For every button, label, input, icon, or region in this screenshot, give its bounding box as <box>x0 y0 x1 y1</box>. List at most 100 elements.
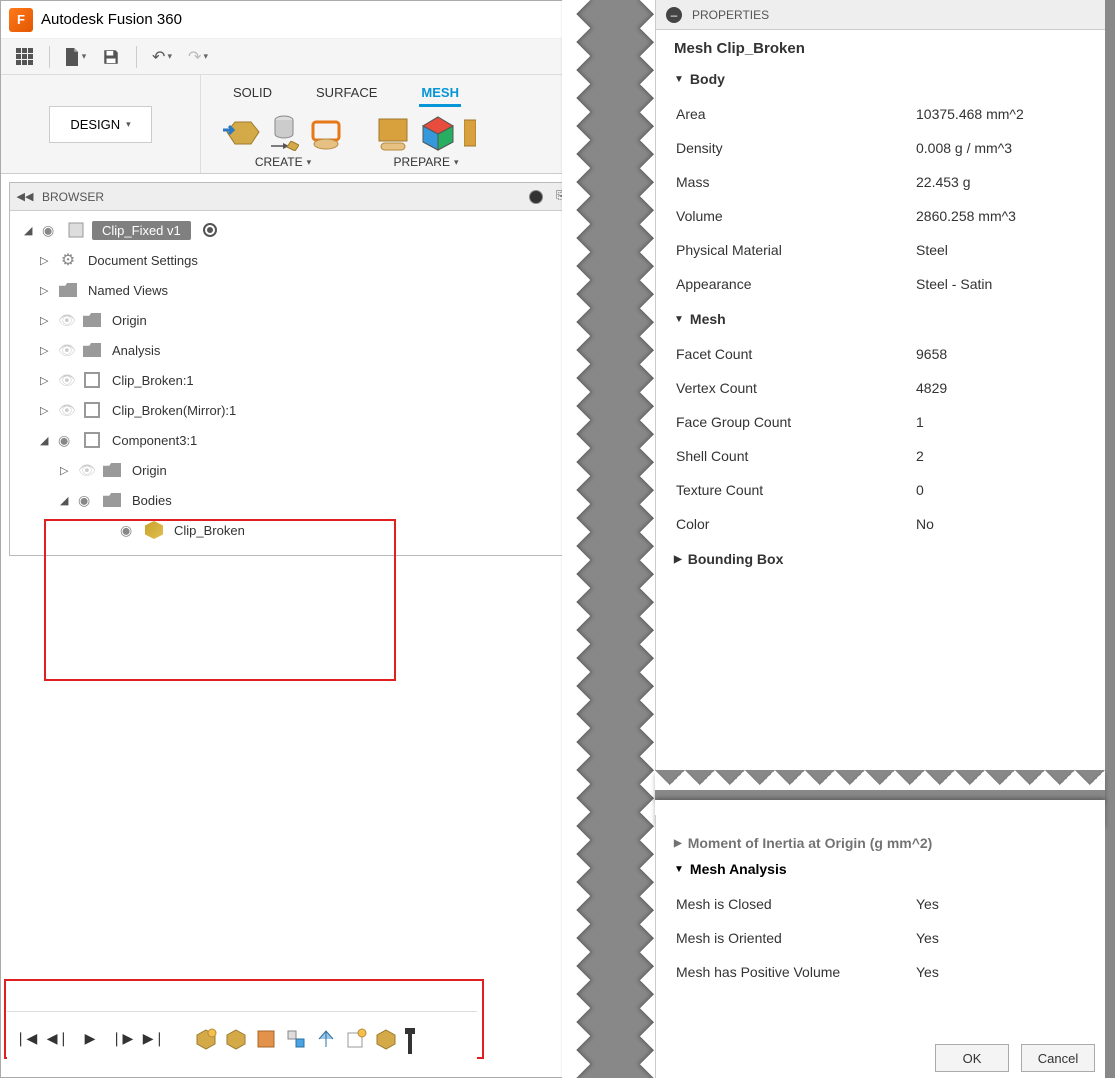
visibility-icon[interactable]: ◉ <box>120 522 138 539</box>
prop-appearance: AppearanceSteel - Satin <box>674 267 1087 301</box>
timeline-marker[interactable] <box>405 1028 427 1050</box>
node-label: Origin <box>128 462 171 479</box>
prop-mesh-oriented: Mesh is OrientedYes <box>674 921 1087 955</box>
create-mesh-cylinder-button[interactable] <box>267 113 301 153</box>
caret-icon[interactable]: ◢ <box>60 494 72 507</box>
component-icon <box>82 371 102 389</box>
visibility-icon[interactable]: ◉ <box>42 222 60 239</box>
repair-mesh-button[interactable] <box>375 113 413 153</box>
visibility-off-icon[interactable]: 👁 <box>58 312 76 329</box>
node-label: Named Views <box>84 282 172 299</box>
timeline-feature-7[interactable] <box>375 1028 397 1050</box>
prop-density: Density0.008 g / mm^3 <box>674 131 1087 165</box>
group-create: CREATE <box>221 113 345 169</box>
section-body[interactable]: Body <box>674 71 1087 87</box>
tree-child-origin[interactable]: ▷ 👁 Origin <box>10 455 575 485</box>
tab-surface[interactable]: SURFACE <box>314 81 379 107</box>
undo-button[interactable]: ↶ <box>149 44 175 70</box>
file-menu-button[interactable] <box>62 44 88 70</box>
browser-title: BROWSER <box>42 190 104 204</box>
group-prepare: PREPARE <box>375 113 477 169</box>
node-label: Clip_Broken(Mirror):1 <box>108 402 240 419</box>
gear-icon: ⚙ <box>58 251 78 269</box>
caret-icon[interactable]: ▷ <box>40 254 52 267</box>
generate-face-groups-button[interactable] <box>419 113 457 153</box>
caret-icon[interactable]: ▷ <box>60 464 72 477</box>
caret-icon[interactable]: ▷ <box>40 314 52 327</box>
more-prepare-button[interactable] <box>463 113 477 153</box>
section-moment[interactable]: Moment of Inertia at Origin (g mm^2) <box>674 835 1087 851</box>
browser-collapse-button[interactable]: ◀◀ <box>16 188 34 206</box>
tree-bodies[interactable]: ◢ ◉ Bodies <box>10 485 575 515</box>
tree-document-settings[interactable]: ▷ ⚙ Document Settings <box>10 245 575 275</box>
group-prepare-label[interactable]: PREPARE <box>394 155 459 169</box>
visibility-off-icon[interactable]: 👁 <box>58 372 76 389</box>
collapse-icon[interactable]: – <box>666 7 682 23</box>
section-mesh[interactable]: Mesh <box>674 311 1087 327</box>
tree-origin[interactable]: ▷ 👁 Origin <box>10 305 575 335</box>
timeline-start-button[interactable]: ❘◀ <box>15 1028 37 1050</box>
data-panel-button[interactable] <box>11 44 37 70</box>
timeline-feature-3[interactable] <box>255 1028 277 1050</box>
ok-button[interactable]: OK <box>935 1044 1009 1072</box>
fusion-logo-icon: F <box>9 8 33 32</box>
active-component-icon[interactable] <box>203 223 217 237</box>
browser-minimize-button[interactable] <box>529 190 543 204</box>
node-label: Clip_Broken <box>170 522 249 539</box>
app-title: Autodesk Fusion 360 <box>41 11 182 28</box>
visibility-off-icon[interactable]: 👁 <box>58 342 76 359</box>
tree-analysis[interactable]: ▷ 👁 Analysis <box>10 335 575 365</box>
caret-icon[interactable]: ▷ <box>40 284 52 297</box>
section-bounding-box[interactable]: Bounding Box <box>674 551 1087 567</box>
component-icon <box>82 431 102 449</box>
tree-root-label: Clip_Fixed v1 <box>92 221 191 240</box>
tree-root[interactable]: ◢ ◉ Clip_Fixed v1 <box>10 215 575 245</box>
timeline-feature-2[interactable] <box>225 1028 247 1050</box>
caret-icon[interactable]: ◢ <box>24 224 36 237</box>
tree-clip-broken-body[interactable]: ◉ Clip_Broken <box>10 515 575 545</box>
save-button[interactable] <box>98 44 124 70</box>
prop-face-group-count: Face Group Count1 <box>674 405 1087 439</box>
folder-icon <box>58 281 78 299</box>
visibility-icon[interactable]: ◉ <box>78 492 96 509</box>
timeline-feature-6[interactable] <box>345 1028 367 1050</box>
folder-icon <box>102 491 122 509</box>
timeline-step-back-button[interactable]: ◀❘ <box>47 1028 69 1050</box>
timeline-step-fwd-button[interactable]: ❘▶ <box>111 1028 133 1050</box>
workspace-switcher[interactable]: DESIGN <box>49 106 151 143</box>
caret-icon[interactable]: ▷ <box>40 374 52 387</box>
component-icon <box>82 401 102 419</box>
prop-facet-count: Facet Count9658 <box>674 337 1087 371</box>
tab-mesh[interactable]: MESH <box>419 81 461 107</box>
visibility-off-icon[interactable]: 👁 <box>78 462 96 479</box>
group-create-label[interactable]: CREATE <box>255 155 311 169</box>
properties-panel-lower: Moment of Inertia at Origin (g mm^2) Mes… <box>655 815 1105 1078</box>
timeline-feature-4[interactable] <box>285 1028 307 1050</box>
node-label: Analysis <box>108 342 164 359</box>
caret-icon[interactable]: ▷ <box>40 344 52 357</box>
prop-volume: Volume2860.258 mm^3 <box>674 199 1087 233</box>
tree-component3[interactable]: ◢ ◉ Component3:1 <box>10 425 575 455</box>
properties-header: – PROPERTIES <box>656 0 1105 30</box>
redo-button[interactable]: ↷ <box>185 44 211 70</box>
timeline-feature-5[interactable] <box>315 1028 337 1050</box>
insert-mesh-button[interactable] <box>221 113 261 153</box>
timeline-bar: ❘◀ ◀❘ ▶ ❘▶ ▶❘ <box>7 1011 477 1065</box>
tree-named-views[interactable]: ▷ Named Views <box>10 275 575 305</box>
visibility-off-icon[interactable]: 👁 <box>58 402 76 419</box>
caret-icon[interactable]: ▷ <box>40 404 52 417</box>
node-label: Clip_Broken:1 <box>108 372 198 389</box>
node-label: Bodies <box>128 492 176 509</box>
visibility-icon[interactable]: ◉ <box>58 432 76 449</box>
create-mesh-section-button[interactable] <box>307 113 345 153</box>
caret-icon[interactable]: ◢ <box>40 434 52 447</box>
folder-icon <box>102 461 122 479</box>
tree-clip-broken-1[interactable]: ▷ 👁 Clip_Broken:1 <box>10 365 575 395</box>
tab-solid[interactable]: SOLID <box>231 81 274 107</box>
section-mesh-analysis[interactable]: Mesh Analysis <box>674 861 1087 877</box>
timeline-feature-1[interactable] <box>195 1028 217 1050</box>
timeline-end-button[interactable]: ▶❘ <box>143 1028 165 1050</box>
timeline-play-button[interactable]: ▶ <box>79 1028 101 1050</box>
cancel-button[interactable]: Cancel <box>1021 1044 1095 1072</box>
tree-clip-broken-mirror[interactable]: ▷ 👁 Clip_Broken(Mirror):1 <box>10 395 575 425</box>
